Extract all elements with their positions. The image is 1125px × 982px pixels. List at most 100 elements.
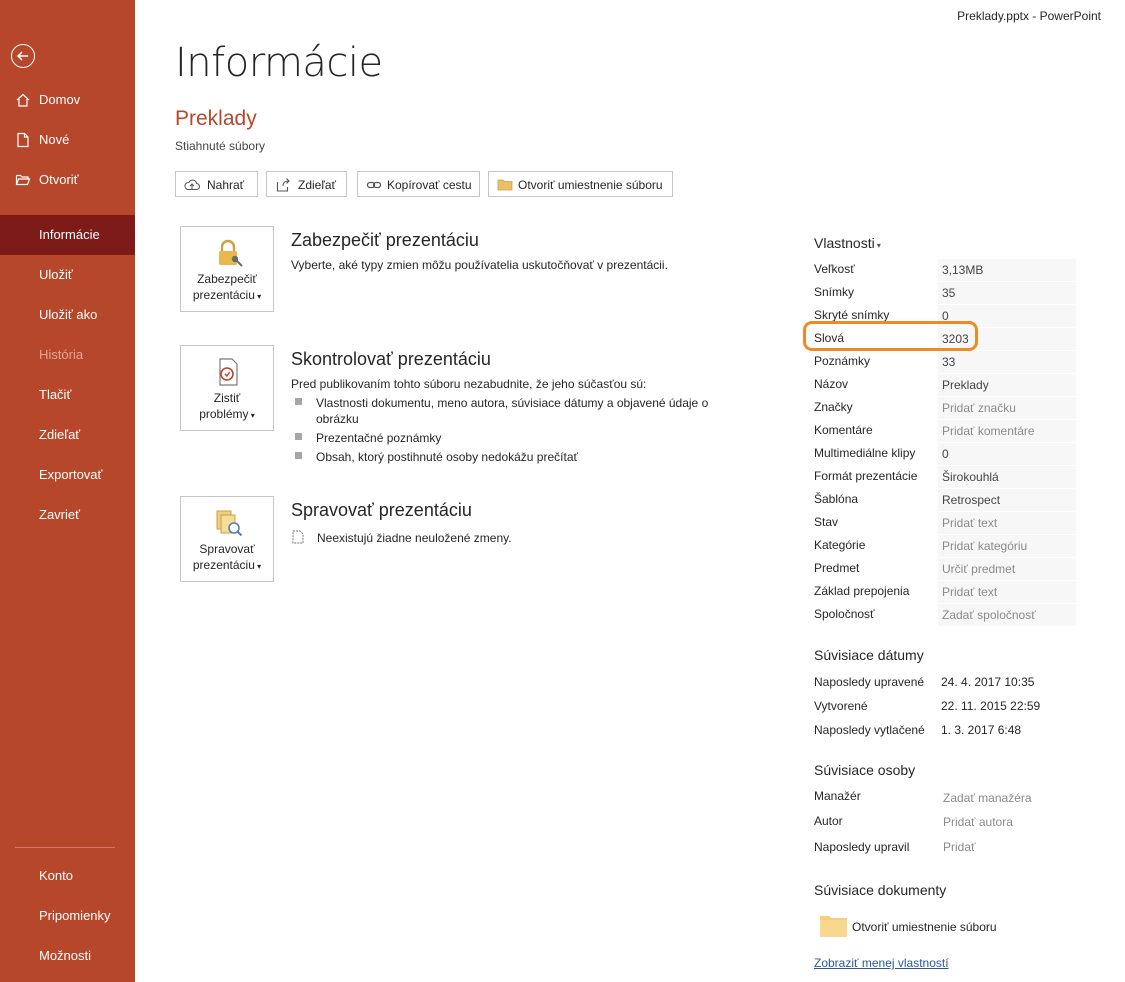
inspect-bullet-text: Prezentačné poznámky: [316, 431, 442, 445]
manage-presentation-button[interactable]: Spravovať prezentáciu: [180, 496, 274, 582]
sidebar-item-label: Otvoriť: [39, 172, 79, 187]
property-row: Multimediálne klipy 0: [814, 443, 1076, 465]
protect-section-text: Vyberte, aké typy zmien môžu používateli…: [291, 258, 668, 272]
manage-tile-line1: Spravovať: [199, 542, 255, 556]
lock-key-icon: [219, 239, 243, 267]
copy-path-button[interactable]: Kopírovať cestu: [357, 171, 480, 197]
sidebar-item-feedback[interactable]: Pripomienky: [0, 896, 135, 936]
share-button[interactable]: Zdieľať: [266, 171, 347, 197]
property-key: Kategórie: [814, 538, 866, 552]
sidebar-item-save[interactable]: Uložiť: [0, 255, 135, 295]
sidebar-item-info[interactable]: Informácie: [0, 215, 135, 255]
sidebar-item-label: Exportovať: [39, 467, 103, 482]
related-documents-heading: Súvisiace dokumenty: [814, 882, 947, 898]
property-value-field[interactable]: 0: [938, 443, 1076, 465]
property-value-field[interactable]: Pridať kategóriu: [938, 535, 1076, 557]
manage-section-title: Spravovať prezentáciu: [291, 500, 472, 520]
property-value-field[interactable]: Širokouhlá: [938, 466, 1076, 488]
check-issues-button[interactable]: Zistiť problémy: [180, 345, 274, 431]
property-value-field[interactable]: Určiť predmet: [938, 558, 1076, 580]
sidebar-item-label: Uložiť ako: [39, 307, 98, 322]
protect-tile-line2: prezentáciu: [193, 288, 261, 302]
sidebar-item-new[interactable]: Nové: [0, 120, 135, 160]
property-row: Snímky 35: [814, 282, 1076, 304]
inspect-tile-line2: problémy: [199, 407, 255, 421]
sidebar-item-label: Zavrieť: [39, 507, 80, 522]
sidebar-item-label: Uložiť: [39, 267, 73, 282]
property-value-field[interactable]: Pridať text: [938, 512, 1076, 534]
protect-presentation-button[interactable]: Zabezpečiť prezentáciu: [180, 226, 274, 312]
property-value-field[interactable]: Preklady: [938, 374, 1076, 396]
sidebar-item-save-as[interactable]: Uložiť ako: [0, 295, 135, 335]
property-row: Stav Pridať text: [814, 512, 1076, 534]
file-name: Preklady: [175, 107, 257, 130]
property-value-field[interactable]: Pridať text: [938, 581, 1076, 603]
sidebar-item-open[interactable]: Otvoriť: [0, 160, 135, 200]
property-row: Kategórie Pridať kategóriu: [814, 535, 1076, 557]
date-value: 22. 11. 2015 22:59: [941, 699, 1041, 713]
inspect-bullet-text: Vlastnosti dokumentu, meno autora, súvis…: [316, 396, 709, 426]
property-key: Formát prezentácie: [814, 469, 918, 483]
property-key: Veľkosť: [814, 262, 855, 276]
open-location-button[interactable]: Otvoriť umiestnenie súboru: [488, 171, 673, 197]
copy-path-label: Kopírovať cestu: [387, 178, 472, 192]
properties-dropdown[interactable]: Vlastnosti ▾: [814, 235, 881, 251]
home-icon: [16, 93, 30, 107]
date-key: Naposledy upravené: [814, 675, 925, 689]
open-location-label: Otvoriť umiestnenie súboru: [518, 178, 663, 192]
folder-open-icon: [15, 174, 31, 186]
sidebar-item-close[interactable]: Zavrieť: [0, 495, 135, 535]
share-icon: [276, 178, 290, 192]
protect-section-title: Zabezpečiť prezentáciu: [291, 230, 479, 250]
property-value-field[interactable]: Retrospect: [938, 489, 1076, 511]
sidebar-item-label: Možnosti: [39, 948, 92, 963]
property-key: Spoločnosť: [814, 607, 875, 621]
sidebar-item-label: Zdieľať: [39, 427, 81, 442]
sidebar-item-print[interactable]: Tlačiť: [0, 375, 135, 415]
property-value-field[interactable]: Pridať značku: [938, 397, 1076, 419]
inspect-bullet-text: Obsah, ktorý postihnuté osoby nedokážu p…: [316, 450, 578, 464]
related-people-heading: Súvisiace osoby: [814, 762, 916, 778]
date-value: 1. 3. 2017 6:48: [941, 723, 1022, 737]
property-row: Poznámky 33: [814, 351, 1076, 373]
inspect-bullet: Prezentačné poznámky: [295, 430, 725, 446]
folder-icon: [820, 916, 847, 937]
show-fewer-properties-link[interactable]: Zobraziť menej vlastností: [814, 956, 949, 970]
person-value-field[interactable]: Pridať: [943, 840, 976, 854]
property-value-field[interactable]: Pridať komentáre: [938, 420, 1076, 442]
property-value-field[interactable]: 35: [938, 282, 1076, 304]
cloud-upload-icon: [184, 179, 200, 190]
property-row: Komentáre Pridať komentáre: [814, 420, 1076, 442]
inspect-section-title: Skontrolovať prezentáciu: [291, 349, 491, 369]
sidebar-item-home[interactable]: Domov: [0, 80, 135, 120]
sidebar-item-share[interactable]: Zdieľať: [0, 415, 135, 455]
sidebar-item-account[interactable]: Konto: [0, 856, 135, 896]
property-key: Základ prepojenia: [814, 584, 910, 598]
property-key: Multimediálne klipy: [814, 446, 916, 460]
sidebar-item-label: Konto: [39, 868, 73, 883]
manage-tile-line2: prezentáciu: [193, 558, 261, 572]
property-row: Základ prepojenia Pridať text: [814, 581, 1076, 603]
property-key: Snímky: [814, 285, 855, 299]
folder-icon: [497, 179, 513, 191]
person-value-field[interactable]: Pridať autora: [943, 815, 1013, 829]
sidebar-item-export[interactable]: Exportovať: [0, 455, 135, 495]
upload-button[interactable]: Nahrať: [175, 171, 258, 197]
date-key: Naposledy vytlačené: [814, 723, 925, 737]
person-value-field[interactable]: Zadať manažéra: [943, 791, 1032, 805]
property-value-field[interactable]: 3,13MB: [938, 259, 1076, 281]
manage-section-text: Neexistujú žiadne neuložené zmeny.: [317, 531, 512, 545]
property-row: Názov Preklady: [814, 374, 1076, 396]
back-arrow-icon[interactable]: [11, 44, 35, 68]
property-value-field[interactable]: 33: [938, 351, 1076, 373]
manage-versions-icon: [216, 510, 243, 537]
backstage-sidebar: Domov Nové Otvoriť Informácie Uložiť Ulo…: [0, 0, 135, 982]
person-key: Manažér: [814, 789, 861, 803]
protect-tile-label: Zabezpečiť prezentáciu: [181, 271, 273, 305]
property-row: Šablóna Retrospect: [814, 489, 1076, 511]
link-icon: [366, 181, 382, 189]
sidebar-item-options[interactable]: Možnosti: [0, 936, 135, 976]
property-value-field[interactable]: Zadať spoločnosť: [938, 604, 1076, 626]
property-row: Predmet Určiť predmet: [814, 558, 1076, 580]
open-file-location-link[interactable]: Otvoriť umiestnenie súboru: [852, 920, 997, 934]
